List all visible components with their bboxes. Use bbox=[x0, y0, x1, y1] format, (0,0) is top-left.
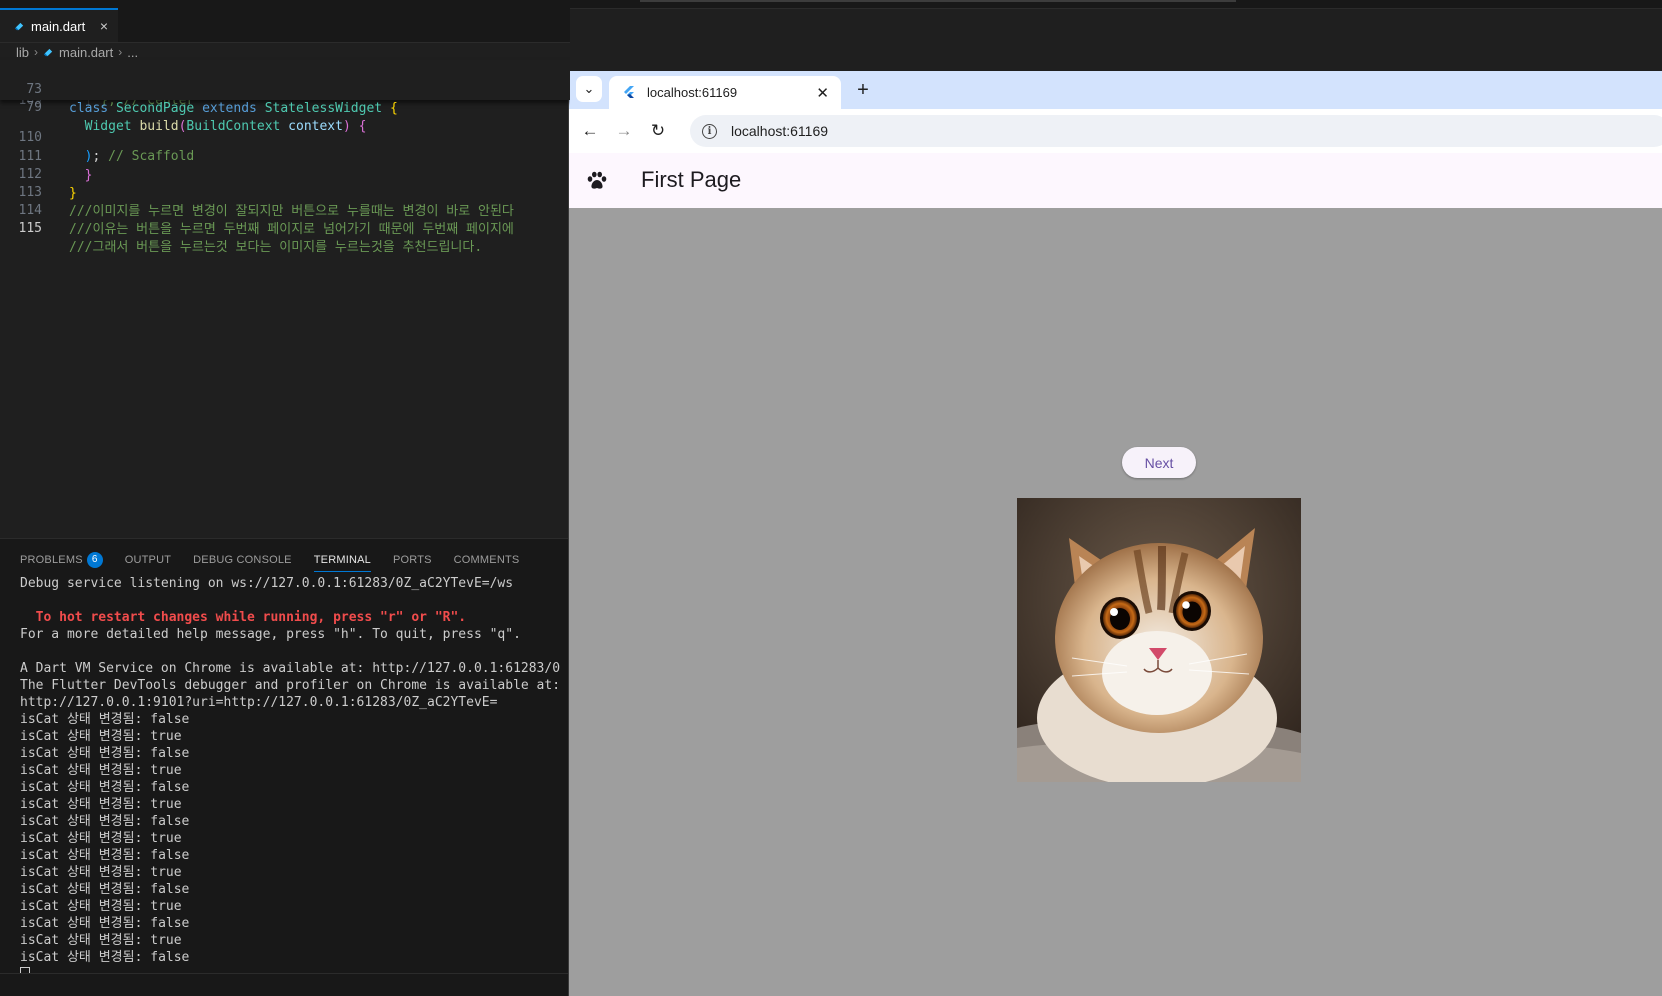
arrow-right-icon: → bbox=[615, 121, 633, 140]
browser-tab-strip: ⌄ localhost:61169 ✕ + bbox=[569, 71, 1662, 109]
command-center[interactable] bbox=[640, 0, 1236, 2]
reload-icon: ↻ bbox=[650, 121, 666, 140]
tab-comments[interactable]: COMMENTS bbox=[454, 549, 520, 571]
line-number: 115 bbox=[18, 221, 42, 236]
panel-tab-bar: PROBLEMS 6 OUTPUT DEBUG CONSOLE TERMINAL … bbox=[20, 549, 519, 573]
terminal-line: isCat 상태 변경됨: true bbox=[20, 865, 182, 880]
info-icon[interactable]: i bbox=[702, 123, 717, 139]
flutter-app-viewport: First Page Next bbox=[569, 153, 1662, 996]
terminal-line: isCat 상태 변경됨: false bbox=[20, 712, 190, 727]
close-icon[interactable]: ✕ bbox=[816, 84, 829, 102]
terminal-line: isCat 상태 변경됨: false bbox=[20, 950, 190, 965]
arrow-left-icon: ← bbox=[581, 121, 599, 140]
dart-file-icon bbox=[43, 48, 53, 56]
terminal-line: The Flutter DevTools debugger and profil… bbox=[20, 678, 561, 693]
terminal-line: isCat 상태 변경됨: false bbox=[20, 746, 190, 761]
close-icon[interactable]: × bbox=[100, 18, 108, 34]
chevron-right-icon: › bbox=[34, 45, 39, 59]
breadcrumb: lib › main.dart › ... bbox=[16, 43, 138, 61]
terminal-line: http://127.0.0.1:9101?uri=http://127.0.0… bbox=[20, 695, 498, 710]
next-button[interactable]: Next bbox=[1122, 447, 1196, 478]
tab-debug-console[interactable]: DEBUG CONSOLE bbox=[193, 549, 292, 571]
terminal-line: isCat 상태 변경됨: true bbox=[20, 899, 182, 914]
tab-terminal[interactable]: TERMINAL bbox=[313, 549, 371, 572]
browser-tab[interactable]: localhost:61169 ✕ bbox=[609, 76, 841, 109]
tab-problems[interactable]: PROBLEMS 6 bbox=[20, 549, 103, 571]
new-tab-button[interactable]: + bbox=[849, 76, 877, 104]
code-line: 73 class SecondPage extends StatelessWid… bbox=[0, 61, 570, 116]
paw-icon[interactable] bbox=[585, 169, 609, 193]
forward-button[interactable]: → bbox=[611, 118, 637, 144]
breadcrumb-symbol[interactable]: ... bbox=[127, 45, 138, 60]
code-line: 113 ///이미지를 누르면 변경이 잘되지만 버튼으로 누를때는 변경이 바… bbox=[0, 164, 570, 219]
terminal-line: isCat 상태 변경됨: false bbox=[20, 848, 190, 863]
terminal-line: isCat 상태 변경됨: true bbox=[20, 763, 182, 778]
code-line: 79 Widget build(BuildContext context) { bbox=[0, 79, 570, 134]
terminal-line: isCat 상태 변경됨: false bbox=[20, 916, 190, 931]
chrome-browser-window: ⌄ localhost:61169 ✕ + ← → ↻ i localhost:… bbox=[568, 71, 1662, 996]
browser-toolbar: ← → ↻ i localhost:61169 bbox=[569, 109, 1662, 154]
address-bar-url: localhost:61169 bbox=[731, 123, 829, 139]
plus-icon: + bbox=[857, 78, 869, 101]
editor-tab-bar: main.dart × bbox=[0, 8, 570, 43]
breadcrumb-file[interactable]: main.dart bbox=[59, 45, 113, 60]
bottom-panel: PROBLEMS 6 OUTPUT DEBUG CONSOLE TERMINAL … bbox=[0, 538, 570, 995]
problems-count-badge: 6 bbox=[86, 552, 103, 568]
terminal-line: For a more detailed help message, press … bbox=[20, 627, 521, 642]
line-number: 79 bbox=[26, 100, 42, 115]
app-bar: First Page bbox=[569, 153, 1662, 208]
code-line: 112 } bbox=[0, 146, 570, 201]
terminal-line: Debug service listening on ws://127.0.0.… bbox=[20, 576, 514, 591]
editor-tab-label: main.dart bbox=[31, 18, 86, 34]
terminal-line: isCat 상태 변경됨: true bbox=[20, 831, 182, 846]
chevron-down-icon: ⌄ bbox=[583, 81, 595, 96]
code-line: 114 ///이유는 버튼을 누르면 두번째 페이지로 넘어가기 때문에 두번째… bbox=[0, 182, 570, 237]
page-title: First Page bbox=[641, 167, 742, 192]
code-line: 115 ///그래서 버튼을 누르는것 보다는 이미지를 누르는것을 추천드립니… bbox=[0, 200, 570, 255]
status-bar bbox=[0, 973, 570, 996]
terminal-line: To hot restart changes while running, pr… bbox=[20, 610, 467, 625]
flutter-favicon-icon bbox=[624, 85, 634, 98]
terminal-line: isCat 상태 변경됨: false bbox=[20, 780, 190, 795]
terminal-line: isCat 상태 변경됨: true bbox=[20, 933, 182, 948]
breadcrumb-folder[interactable]: lib bbox=[16, 45, 29, 60]
terminal-line: isCat 상태 변경됨: true bbox=[20, 729, 182, 744]
terminal-line: A Dart VM Service on Chrome is available… bbox=[20, 661, 561, 676]
editor-tab-main-dart[interactable]: main.dart × bbox=[0, 8, 118, 42]
cat-image[interactable] bbox=[1017, 498, 1301, 782]
tab-output[interactable]: OUTPUT bbox=[125, 549, 171, 571]
terminal-line: isCat 상태 변경됨: false bbox=[20, 814, 190, 829]
terminal-line: isCat 상태 변경됨: true bbox=[20, 797, 182, 812]
vscode-editor-window: main.dart × lib › main.dart › ... 73 cla… bbox=[0, 8, 570, 996]
terminal-output[interactable]: Debug service listening on ws://127.0.0.… bbox=[20, 575, 570, 983]
tab-search-button[interactable]: ⌄ bbox=[576, 76, 602, 102]
back-button[interactable]: ← bbox=[577, 118, 603, 144]
reload-button[interactable]: ↻ bbox=[645, 118, 671, 144]
address-bar[interactable]: i localhost:61169 bbox=[690, 115, 1662, 147]
sticky-scroll-header[interactable]: 73 class SecondPage extends StatelessWid… bbox=[0, 60, 570, 134]
dart-file-icon bbox=[14, 22, 24, 30]
terminal-line: isCat 상태 변경됨: false bbox=[20, 882, 190, 897]
browser-tab-title: localhost:61169 bbox=[647, 85, 738, 100]
chevron-right-icon: › bbox=[118, 45, 123, 59]
tab-ports[interactable]: PORTS bbox=[393, 549, 432, 571]
